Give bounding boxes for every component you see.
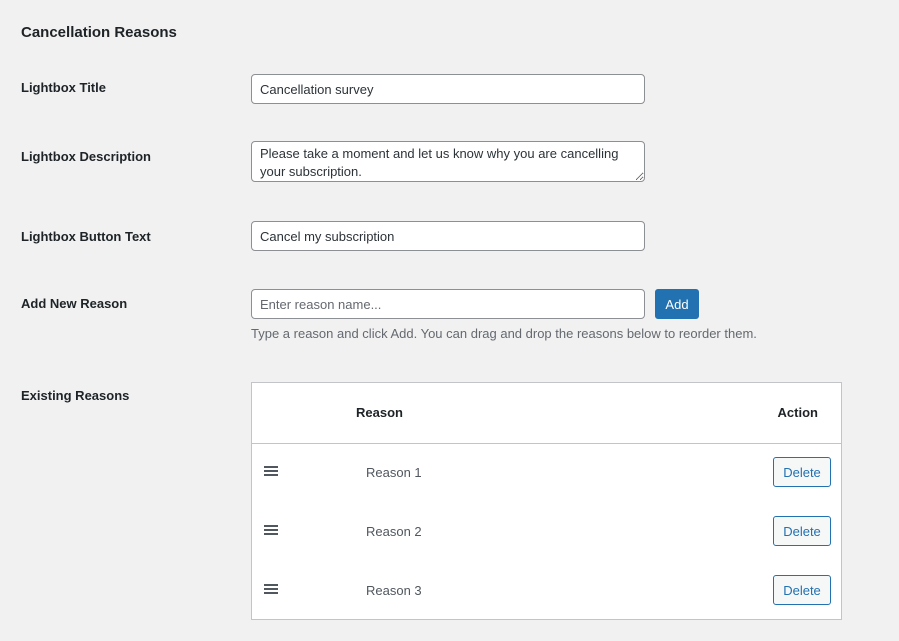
- drag-handle-icon[interactable]: [264, 525, 278, 536]
- reason-name: Reason 1: [366, 465, 422, 480]
- lightbox-button-text-label: Lightbox Button Text: [21, 229, 151, 244]
- lightbox-title-label: Lightbox Title: [21, 80, 106, 95]
- table-row[interactable]: Reason 2 Delete: [252, 502, 841, 561]
- lightbox-description-textarea[interactable]: Please take a moment and let us know why…: [251, 141, 645, 182]
- table-row[interactable]: Reason 3 Delete: [252, 561, 841, 620]
- delete-reason-button[interactable]: Delete: [773, 575, 831, 605]
- lightbox-button-text-input[interactable]: [251, 221, 645, 251]
- delete-reason-button[interactable]: Delete: [773, 457, 831, 487]
- new-reason-input[interactable]: [251, 289, 645, 319]
- section-title: Cancellation Reasons: [21, 24, 177, 41]
- existing-reasons-label: Existing Reasons: [21, 388, 130, 403]
- reason-name: Reason 2: [366, 524, 422, 539]
- column-header-action: Action: [777, 405, 818, 420]
- reasons-table: Reason Action Reason 1 Delete Reason 2 D…: [251, 382, 842, 620]
- lightbox-description-label: Lightbox Description: [21, 149, 151, 164]
- table-row[interactable]: Reason 1 Delete: [252, 443, 841, 502]
- add-new-reason-label: Add New Reason: [21, 296, 128, 311]
- table-header: Reason Action: [252, 383, 841, 444]
- drag-handle-icon[interactable]: [264, 466, 278, 477]
- reason-name: Reason 3: [366, 583, 422, 598]
- lightbox-title-input[interactable]: [251, 74, 645, 104]
- drag-handle-icon[interactable]: [264, 584, 278, 595]
- add-reason-help-text: Type a reason and click Add. You can dra…: [251, 326, 757, 341]
- column-header-reason: Reason: [356, 405, 403, 420]
- delete-reason-button[interactable]: Delete: [773, 516, 831, 546]
- add-reason-button[interactable]: Add: [655, 289, 699, 319]
